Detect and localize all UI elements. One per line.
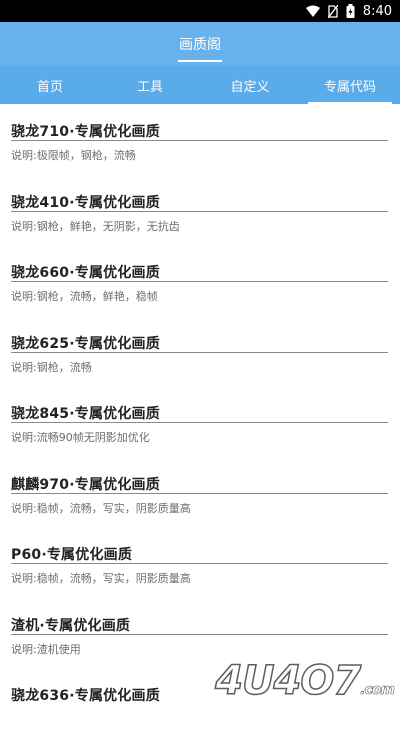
page-title: 画质阁 [179,37,221,53]
quality-list: 骁龙710·专属优化画质 说明:极限帧，钢枪，流畅 骁龙410·专属优化画质 说… [0,104,400,739]
item-title: 渣机·专属优化画质 [11,617,131,634]
title-underline [178,60,222,62]
no-sim-icon [327,4,338,18]
item-title: 骁龙845·专属优化画质 [11,406,160,422]
divider [11,422,388,423]
item-description: 说明:稳帧，流畅，写实，阴影质量高 [11,572,191,585]
item-title: 骁龙625·专属优化画质 [11,335,160,352]
item-title: 骁龙636·专属优化画质 [11,688,160,704]
list-item[interactable]: 骁龙625·专属优化画质 说明:钢枪，流畅 [0,316,400,387]
divider [11,563,388,564]
list-item[interactable]: 麒麟970·专属优化画质 说明:稳帧，流畅，写实，阴影质量高 [0,457,400,528]
tab-home[interactable]: 首页 [0,66,100,104]
status-bar: 8:40 [0,0,400,22]
list-item[interactable]: 骁龙845·专属优化画质 说明:流畅90帧无阴影加优化 [0,386,400,457]
divider [11,210,388,212]
divider [11,633,388,635]
list-item[interactable]: P60·专属优化画质 说明:稳帧，流畅，写实，阴影质量高 [0,527,400,598]
item-title: 骁龙710·专属优化画质 [11,124,160,140]
divider [11,492,388,494]
divider [11,140,388,141]
item-description: 说明:极限帧，钢枪，流畅 [11,149,136,162]
wifi-icon [305,5,320,17]
item-title: 麒麟970·专属优化画质 [11,476,160,493]
tab-bar: 首页 工具 自定义 专属代码 [0,66,400,104]
item-description: 说明:渣机使用 [11,642,81,656]
watermark-logo: 4U4O7.com [214,657,395,705]
tab-custom[interactable]: 自定义 [200,66,300,104]
list-item[interactable]: 骁龙710·专属优化画质 说明:极限帧，钢枪，流畅 [0,104,400,175]
item-description: 说明:钢枪，流畅 [11,360,92,374]
status-time: 8:40 [362,3,392,19]
item-title: 骁龙660·专属优化画质 [11,265,160,281]
divider [11,281,388,282]
item-description: 说明:稳帧，流畅，写实，阴影质量高 [11,501,191,515]
battery-charging-icon [346,4,355,18]
tab-tools[interactable]: 工具 [100,66,200,104]
item-description: 说明:钢枪，流畅，鲜艳，稳帧 [11,290,158,303]
tab-exclusive-code[interactable]: 专属代码 [300,66,400,104]
item-title: P60·专属优化画质 [11,547,133,563]
divider [11,351,388,353]
list-item[interactable]: 骁龙660·专属优化画质 说明:钢枪，流畅，鲜艳，稳帧 [0,245,400,316]
item-title: 骁龙410·专属优化画质 [11,194,160,211]
item-description: 说明:钢枪，鲜艳，无阴影，无抗齿 [11,219,180,233]
list-item[interactable]: 骁龙410·专属优化画质 说明:钢枪，鲜艳，无阴影，无抗齿 [0,175,400,246]
item-description: 说明:流畅90帧无阴影加优化 [11,431,150,444]
